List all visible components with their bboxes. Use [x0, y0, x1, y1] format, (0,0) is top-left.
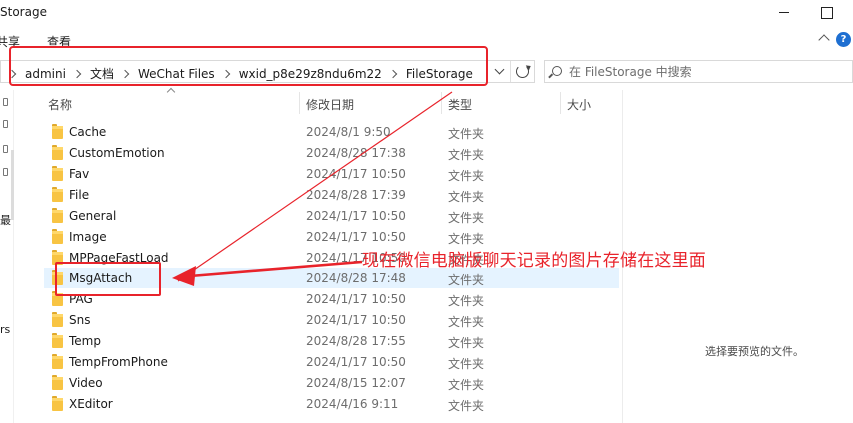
file-row-xeditor[interactable]: XEditor 2024/4/16 9:11 文件夹: [44, 394, 620, 414]
pin-icon[interactable]: [0, 120, 8, 128]
folder-icon: [52, 145, 63, 160]
file-row-temp[interactable]: Temp 2024/8/28 17:55 文件夹: [44, 331, 620, 351]
file-date: 2024/1/17 10:50: [306, 292, 406, 306]
file-type: 文件夹: [448, 336, 485, 350]
pin-icon[interactable]: [0, 145, 8, 153]
address-divider: [510, 61, 511, 82]
file-row-fav[interactable]: Fav 2024/1/17 10:50 文件夹: [44, 164, 620, 184]
file-type: 文件夹: [448, 190, 485, 204]
file-name: Image: [69, 230, 107, 244]
file-name: XEditor: [69, 397, 113, 411]
file-date: 2024/1/17 10:50: [306, 209, 406, 223]
annotation-text: 现在微信电脑版聊天记录的图片存储在这里面: [362, 251, 706, 271]
folder-icon: [52, 124, 63, 139]
file-row-image[interactable]: Image 2024/1/17 10:50 文件夹: [44, 227, 620, 247]
folder-icon: [52, 333, 63, 348]
file-row-tempfromphone[interactable]: TempFromPhone 2024/1/17 10:50 文件夹: [44, 352, 620, 372]
file-row-customemotion[interactable]: CustomEmotion 2024/8/28 17:38 文件夹: [44, 143, 620, 163]
file-name: Sns: [69, 313, 91, 327]
address-history-dropdown-icon[interactable]: [494, 64, 505, 75]
pin-icon[interactable]: [0, 168, 8, 176]
file-date: 2024/8/28 17:39: [306, 188, 406, 202]
file-type: 文件夹: [448, 294, 485, 308]
minimize-button[interactable]: [776, 4, 792, 20]
file-date: 2024/8/1 9:50: [306, 125, 391, 139]
annotation-highlight-address: [9, 46, 488, 86]
column-header-type[interactable]: 类型: [448, 96, 472, 113]
file-date: 2024/8/15 12:07: [306, 376, 406, 390]
search-icon: [552, 66, 562, 76]
window-title: Storage: [0, 5, 47, 19]
file-name: CustomEmotion: [69, 146, 165, 160]
file-type: 文件夹: [448, 315, 485, 329]
nav-item-fragment[interactable]: rs: [0, 323, 10, 336]
file-row-general[interactable]: General 2024/1/17 10:50 文件夹: [44, 206, 620, 226]
help-icon[interactable]: ?: [836, 32, 851, 47]
maximize-button[interactable]: [818, 4, 834, 20]
column-divider[interactable]: [560, 92, 561, 114]
file-type: 文件夹: [448, 211, 485, 225]
search-input[interactable]: [569, 63, 839, 80]
file-name: File: [69, 188, 90, 202]
folder-icon: [52, 187, 63, 202]
column-header-name[interactable]: 名称: [48, 96, 72, 113]
file-name: Temp: [69, 334, 101, 348]
nav-scrollbar-track[interactable]: [13, 90, 14, 423]
file-date: 2024/1/17 10:50: [306, 313, 406, 327]
file-date: 2024/1/17 10:50: [306, 230, 406, 244]
file-name: TempFromPhone: [69, 355, 168, 369]
file-name: Cache: [69, 125, 107, 139]
file-date: 2024/8/28 17:55: [306, 334, 406, 348]
file-row-sns[interactable]: Sns 2024/1/17 10:50 文件夹: [44, 310, 620, 330]
file-date: 2024/8/28 17:48: [306, 271, 406, 285]
file-row-file[interactable]: File 2024/8/28 17:39 文件夹: [44, 185, 620, 205]
sort-ascending-icon: [166, 87, 176, 97]
nav-item-fragment[interactable]: 最: [0, 212, 11, 228]
folder-icon: [52, 208, 63, 223]
file-type: 文件夹: [448, 169, 485, 183]
annotation-highlight-msgattach: [55, 262, 161, 296]
folder-icon: [52, 229, 63, 244]
file-date: 2024/8/28 17:38: [306, 146, 406, 160]
file-date: 2024/4/16 9:11: [306, 397, 399, 411]
file-type: 文件夹: [448, 273, 485, 287]
file-type: 文件夹: [448, 148, 485, 162]
file-type: 文件夹: [448, 357, 485, 371]
file-type: 文件夹: [448, 232, 485, 246]
column-header-date[interactable]: 修改日期: [306, 96, 354, 113]
preview-empty-message: 选择要预览的文件。: [705, 345, 804, 358]
file-row-cache[interactable]: Cache 2024/8/1 9:50 文件夹: [44, 122, 620, 142]
folder-icon: [52, 375, 63, 390]
pin-icon[interactable]: [0, 98, 8, 106]
file-date: 2024/1/17 10:50: [306, 167, 406, 181]
file-type: 文件夹: [448, 378, 485, 392]
file-date: 2024/1/17 10:50: [306, 355, 406, 369]
file-name: Fav: [69, 167, 90, 181]
file-row-video[interactable]: Video 2024/8/15 12:07 文件夹: [44, 373, 620, 393]
ribbon-expand-chevron-icon[interactable]: [818, 34, 830, 46]
search-box[interactable]: [544, 60, 853, 83]
column-header-size[interactable]: 大小: [567, 96, 591, 113]
folder-icon: [52, 354, 63, 369]
folder-icon: [52, 396, 63, 411]
file-type: 文件夹: [448, 399, 485, 413]
column-divider[interactable]: [299, 92, 300, 114]
column-divider[interactable]: [441, 92, 442, 114]
folder-icon: [52, 312, 63, 327]
file-name: Video: [69, 376, 103, 390]
refresh-icon[interactable]: [516, 65, 529, 78]
folder-icon: [52, 166, 63, 181]
file-name: General: [69, 209, 117, 223]
file-type: 文件夹: [448, 127, 485, 141]
navigation-pane[interactable]: 最 rs: [0, 90, 14, 423]
nav-scrollbar-thumb[interactable]: [11, 150, 14, 220]
